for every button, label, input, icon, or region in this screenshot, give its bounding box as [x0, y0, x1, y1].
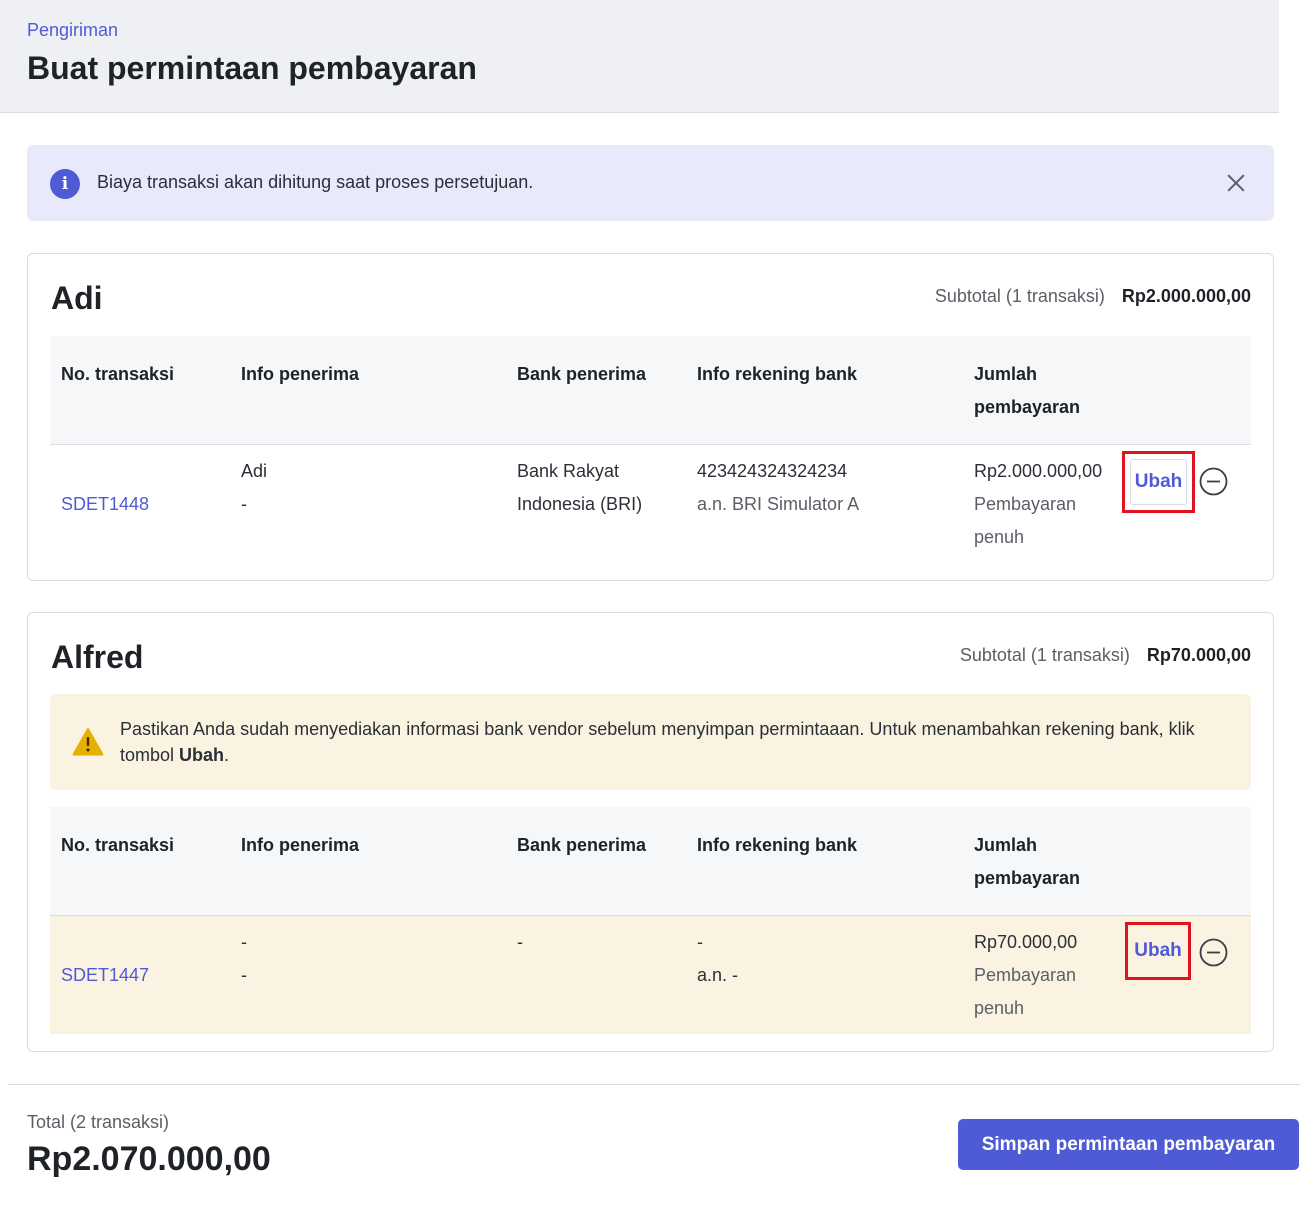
- warning-text-main: Pastikan Anda sudah menyediakan informas…: [120, 719, 1195, 765]
- edit-button-highlight: Ubah: [1125, 922, 1191, 980]
- header-recipient-info: Info penerima: [241, 835, 360, 855]
- transaction-link[interactable]: SDET1447: [61, 959, 149, 992]
- warning-text-end: .: [224, 745, 230, 765]
- bank-account-info: - a.n. -: [697, 926, 738, 992]
- close-icon[interactable]: [1224, 171, 1248, 195]
- header-payment-amount-line1: Jumlah: [974, 364, 1038, 384]
- recipient-bank: -: [517, 926, 523, 959]
- info-banner-text: Biaya transaksi akan dihitung saat prose…: [97, 172, 534, 192]
- table-row: SDET1448 Adi - Bank Rakyat Indonesia (BR…: [50, 445, 1251, 563]
- group-title: Alfred: [51, 639, 144, 675]
- amount-value: Rp2.000.000,00: [974, 461, 1103, 481]
- recipient-info: Adi -: [241, 455, 267, 521]
- remove-circle-icon[interactable]: [1199, 467, 1228, 496]
- account-number: 423424324324234: [697, 461, 848, 481]
- table-row: SDET1447 - - - - a.n. - Rp70.000,00 Pemb…: [50, 916, 1251, 1034]
- bank-name-line1: Bank Rakyat: [517, 461, 620, 481]
- recipient-name: -: [241, 932, 247, 952]
- info-banner: i Biaya transaksi akan dihitung saat pro…: [27, 145, 1274, 221]
- header-transaction-no: No. transaksi: [61, 835, 175, 855]
- recipient-extra: -: [241, 494, 247, 514]
- payment-type-line1: Pembayaran: [974, 494, 1077, 514]
- transaction-table: No. transaksi Info penerima Bank penerim…: [50, 807, 1251, 1034]
- transaction-link[interactable]: SDET1448: [61, 488, 149, 521]
- subtotal-value: Rp2.000.000,00: [1121, 286, 1251, 306]
- info-icon: i: [50, 169, 80, 199]
- recipient-info: - -: [241, 926, 247, 992]
- transaction-table: No. transaksi Info penerima Bank penerim…: [50, 336, 1251, 563]
- total-value: Rp2.070.000,00: [27, 1140, 271, 1178]
- header-payment-amount-line1: Jumlah: [974, 835, 1038, 855]
- header-payment-amount: Jumlah pembayaran: [974, 358, 1080, 424]
- payment-type-line2: penuh: [974, 527, 1025, 547]
- remove-circle-icon[interactable]: [1199, 938, 1228, 967]
- page-header: Pengiriman Buat permintaan pembayaran: [0, 0, 1279, 113]
- bank-account-info: 423424324324234 a.n. BRI Simulator A: [697, 455, 859, 521]
- account-number: -: [697, 932, 703, 952]
- header-recipient-info: Info penerima: [241, 364, 360, 384]
- amount-value: Rp70.000,00: [974, 932, 1078, 952]
- warning-text: Pastikan Anda sudah menyediakan informas…: [120, 716, 1230, 768]
- payment-amount: Rp2.000.000,00 Pembayaran penuh: [974, 455, 1102, 554]
- page-title: Buat permintaan pembayaran: [27, 50, 477, 86]
- account-holder: a.n. BRI Simulator A: [697, 494, 860, 514]
- recipient-extra: -: [241, 965, 247, 985]
- header-payment-amount: Jumlah pembayaran: [974, 829, 1080, 895]
- total-label: Total (2 transaksi): [27, 1112, 170, 1132]
- subtotal-label: Subtotal (1 transaksi): [959, 645, 1130, 665]
- bank-name-line2: Indonesia (BRI): [517, 494, 643, 514]
- edit-button[interactable]: Ubah: [1130, 459, 1187, 505]
- edit-button[interactable]: Ubah: [1133, 930, 1183, 972]
- recipient-bank: Bank Rakyat Indonesia (BRI): [517, 455, 642, 521]
- table-header: No. transaksi Info penerima Bank penerim…: [50, 807, 1251, 916]
- account-holder: a.n. -: [697, 965, 739, 985]
- warning-text-bold: Ubah: [179, 745, 225, 765]
- group-title: Adi: [51, 280, 103, 316]
- payment-amount: Rp70.000,00 Pembayaran penuh: [974, 926, 1077, 1025]
- group-card-adi: Adi Subtotal (1 transaksi) Rp2.000.000,0…: [27, 253, 1274, 581]
- warning-icon: [72, 728, 104, 756]
- edit-button-highlight: Ubah: [1122, 451, 1195, 513]
- payment-type-line1: Pembayaran: [974, 965, 1077, 985]
- subtotal-label: Subtotal (1 transaksi): [934, 286, 1105, 306]
- footer-divider: [8, 1084, 1300, 1085]
- warning-banner: Pastikan Anda sudah menyediakan informas…: [50, 694, 1251, 790]
- header-payment-amount-line2: pembayaran: [974, 868, 1081, 888]
- group-subtotal: Subtotal (1 transaksi) Rp70.000,00: [960, 645, 1251, 666]
- subtotal-value: Rp70.000,00: [1146, 645, 1251, 665]
- header-bank-account-info: Info rekening bank: [697, 835, 858, 855]
- header-recipient-bank: Bank penerima: [517, 364, 647, 384]
- header-bank-account-info: Info rekening bank: [697, 364, 858, 384]
- payment-type-line2: penuh: [974, 998, 1025, 1018]
- bank-name-line1: -: [517, 932, 523, 952]
- group-subtotal: Subtotal (1 transaksi) Rp2.000.000,00: [935, 286, 1251, 307]
- table-header: No. transaksi Info penerima Bank penerim…: [50, 336, 1251, 445]
- recipient-name: Adi: [241, 461, 268, 481]
- save-payment-request-button[interactable]: Simpan permintaan pembayaran: [958, 1119, 1299, 1170]
- header-transaction-no: No. transaksi: [61, 364, 175, 384]
- group-card-alfred: Alfred Subtotal (1 transaksi) Rp70.000,0…: [27, 612, 1274, 1052]
- header-recipient-bank: Bank penerima: [517, 835, 647, 855]
- breadcrumb-pengiriman[interactable]: Pengiriman: [27, 20, 118, 41]
- header-payment-amount-line2: pembayaran: [974, 397, 1081, 417]
